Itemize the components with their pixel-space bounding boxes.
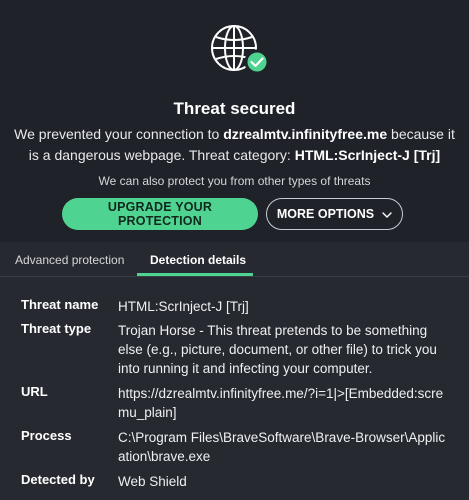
protect-text: We can also protect you from other types… (98, 174, 371, 188)
threat-header: Threat secured We prevented your connect… (0, 0, 469, 242)
blocked-domain: dzrealmtv.infinityfree.me (223, 126, 388, 142)
detail-key: URL (21, 384, 48, 399)
detail-key: Threat name (21, 297, 99, 312)
detail-value: HTML:ScrInject-J [Trj] (118, 299, 249, 314)
active-tab-indicator (137, 273, 253, 276)
detail-key: Detected by (21, 472, 95, 487)
page-title: Threat secured (173, 99, 296, 118)
globe-shield-check-icon (206, 20, 270, 82)
more-options-label: MORE OPTIONS (276, 207, 375, 221)
upgrade-label: UPGRADE YOUR PROTECTION (107, 200, 213, 228)
threat-description: We prevented your connection to dzrealmt… (10, 124, 459, 166)
tab-detection-details[interactable]: Detection details (150, 253, 246, 267)
more-options-button[interactable]: MORE OPTIONS (266, 198, 403, 230)
upgrade-protection-button[interactable]: UPGRADE YOUR PROTECTION (62, 198, 258, 230)
detail-value: C:\Program Files\BraveSoftware\Brave-Bro… (118, 430, 446, 464)
threat-category: HTML:ScrInject-J [Trj] (294, 147, 441, 163)
tab-advanced-protection[interactable]: Advanced protection (15, 253, 124, 267)
detail-value: Web Shield (118, 474, 187, 489)
detail-key: Threat type (21, 321, 92, 336)
detail-key: Process (21, 428, 72, 443)
tab-bar: Advanced protection Detection details (0, 242, 469, 277)
detail-value: Trojan Horse - This threat pretends to b… (118, 323, 437, 376)
chevron-down-icon (382, 207, 392, 221)
desc-prefix: We prevented your connection to (14, 126, 224, 142)
detail-value: https://dzrealmtv.infinityfree.me/?i=1|>… (118, 386, 444, 420)
